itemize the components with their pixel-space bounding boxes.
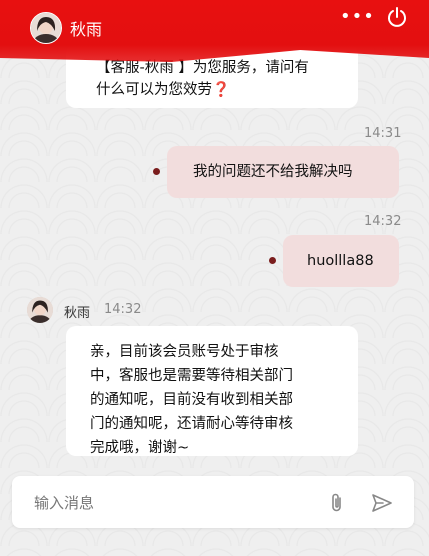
sender-avatar[interactable] [27, 297, 53, 323]
outgoing-message-bubble: huollla88 [283, 235, 399, 287]
chat-header: 秋雨 ••• [0, 0, 429, 62]
paperclip-icon[interactable] [326, 492, 348, 514]
incoming-message-bubble: 亲，目前该会员账号处于审核 中，客服也是需要等待相关部门 的通知呢，目前没有收到… [66, 326, 358, 456]
message-text-line: 的通知呢，目前没有收到相关部 [90, 392, 293, 408]
power-icon[interactable] [386, 6, 408, 28]
chat-title: 秋雨 [70, 20, 103, 39]
message-timestamp: 14:31 [364, 126, 402, 141]
message-text-line: 完成哦，谢谢~ [90, 440, 190, 456]
send-icon[interactable] [370, 492, 394, 514]
message-text-line: 亲，目前该会员账号处于审核 [90, 344, 279, 360]
question-mark-icon: ❓ [212, 82, 231, 98]
message-text: huollla88 [307, 253, 374, 269]
message-input[interactable] [32, 488, 306, 518]
message-status-dot [269, 257, 276, 264]
message-input-bar [12, 476, 414, 528]
message-timestamp: 14:32 [104, 302, 142, 317]
message-text-line: 门的通知呢，还请耐心等待审核 [90, 416, 293, 432]
message-status-dot [153, 168, 160, 175]
sender-name: 秋雨 [64, 306, 91, 321]
message-text-line: 中，客服也是需要等待相关部门 [90, 368, 293, 384]
more-dots-icon[interactable]: ••• [340, 6, 375, 27]
message-text-line: 什么可以为您效劳 [96, 82, 212, 98]
message-text: 我的问题还不给我解决吗 [193, 164, 353, 180]
agent-avatar[interactable] [30, 12, 62, 44]
message-timestamp: 14:32 [364, 214, 402, 229]
outgoing-message-bubble: 我的问题还不给我解决吗 [167, 146, 399, 198]
